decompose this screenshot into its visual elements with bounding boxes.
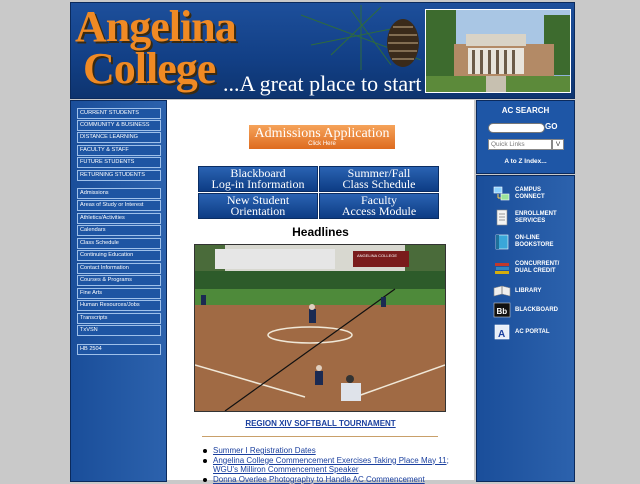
blackboard-link[interactable]: Bb BLACKBOARD <box>493 300 573 320</box>
nav-calendars[interactable]: Calendars <box>77 225 161 236</box>
admissions-click-here: Click Here <box>249 140 395 148</box>
tagline: ...A great place to start <box>223 71 422 97</box>
divider <box>202 436 438 437</box>
btn-line2: Orientation <box>231 204 286 218</box>
nav-hb-2504[interactable]: HB 2504 <box>77 344 161 355</box>
quick-links-panel: CAMPUS CONNECT ENROLLMENT SERVICES ON-LI… <box>476 175 575 482</box>
link-label: CONCURRENT/ DUAL CREDIT <box>515 261 559 275</box>
btn-line2: Access Module <box>342 204 416 218</box>
nav-athletics[interactable]: Athletics/Activities <box>77 213 161 224</box>
nav-faculty-staff[interactable]: FACULTY & STAFF <box>77 145 161 156</box>
news-item[interactable]: Donna Overlee Photography to Handle AC C… <box>203 475 463 484</box>
nav-courses-programs[interactable]: Courses & Programs <box>77 275 161 286</box>
open-book-icon <box>493 282 511 300</box>
left-navigation: CURRENT STUDENTS COMMUNITY & BUSINESS DI… <box>70 100 167 482</box>
blackboard-icon-text: Bb <box>497 307 508 316</box>
campus-connect-link[interactable]: CAMPUS CONNECT <box>493 184 573 204</box>
pine-branch-icon <box>291 5 431 75</box>
campus-connect-icon <box>493 185 511 203</box>
link-label: LIBRARY <box>515 288 541 295</box>
portal-icon-text: A <box>498 329 505 340</box>
link-label: ENROLLMENT SERVICES <box>515 211 557 225</box>
search-title: AC SEARCH <box>477 106 574 115</box>
quick-links-select[interactable]: Quick Links <box>488 139 552 150</box>
quick-links-dropdown-arrow[interactable]: V <box>552 139 564 150</box>
nav-continuing-education[interactable]: Continuing Education <box>77 250 161 261</box>
nav-future-students[interactable]: FUTURE STUDENTS <box>77 157 161 168</box>
nav-returning-students[interactable]: RETURNING STUDENTS <box>77 170 161 181</box>
news-item[interactable]: Angelina College Commencement Exercises … <box>203 456 463 475</box>
ac-portal-link[interactable]: A AC PORTAL <box>493 322 573 342</box>
faculty-access-module-button[interactable]: FacultyAccess Module <box>319 193 439 219</box>
link-label: AC PORTAL <box>515 329 550 336</box>
new-student-orientation-button[interactable]: New StudentOrientation <box>198 193 318 219</box>
nav-community-business[interactable]: COMMUNITY & BUSINESS <box>77 120 161 131</box>
online-bookstore-link[interactable]: ON-LINE BOOKSTORE <box>493 232 573 252</box>
nav-fine-arts[interactable]: Fine Arts <box>77 288 161 299</box>
news-list: Summer I Registration Dates Angelina Col… <box>203 446 463 484</box>
nav-class-schedule[interactable]: Class Schedule <box>77 238 161 249</box>
books-stack-icon <box>493 259 511 277</box>
btn-line2: Log-in Information <box>212 177 305 191</box>
headlines-heading: Headlines <box>167 225 474 239</box>
nav-transcripts[interactable]: Transcripts <box>77 313 161 324</box>
nav-contact-information[interactable]: Contact Information <box>77 263 161 274</box>
enrollment-services-link[interactable]: ENROLLMENT SERVICES <box>493 208 573 228</box>
nav-human-resources[interactable]: Human Resources/Jobs <box>77 300 161 311</box>
page: Angelina College ...A great place to sta… <box>70 0 574 480</box>
search-input[interactable] <box>488 123 545 133</box>
scoreboard-text: ANGELINA COLLEGE <box>357 253 397 258</box>
photo-caption-link[interactable]: REGION XIV SOFTBALL TOURNAMENT <box>167 419 474 428</box>
nav-distance-learning[interactable]: DISTANCE LEARNING <box>77 132 161 143</box>
portal-icon: A <box>493 323 511 341</box>
blackboard-icon: Bb <box>493 301 511 319</box>
campus-building-photo <box>425 9 571 93</box>
admissions-label: Admissions Application <box>255 126 390 141</box>
document-icon <box>493 209 511 227</box>
nav-areas-of-study[interactable]: Areas of Study or Interest <box>77 200 161 211</box>
site-header: Angelina College ...A great place to sta… <box>70 2 575 99</box>
link-label: ON-LINE BOOKSTORE <box>515 235 554 249</box>
search-panel: AC SEARCH GO Quick Links V A to Z Index.… <box>476 100 575 174</box>
admissions-application-button[interactable]: Admissions Application Click Here <box>249 125 395 149</box>
news-item[interactable]: Summer I Registration Dates <box>203 446 463 456</box>
library-link[interactable]: LIBRARY <box>493 281 573 301</box>
nav-current-students[interactable]: CURRENT STUDENTS <box>77 108 161 119</box>
book-icon <box>493 233 511 251</box>
link-label: BLACKBOARD <box>515 307 558 314</box>
concurrent-dual-credit-link[interactable]: CONCURRENT/ DUAL CREDIT <box>493 258 573 278</box>
right-column: AC SEARCH GO Quick Links V A to Z Index.… <box>476 100 573 480</box>
go-button[interactable]: GO <box>545 122 557 131</box>
logo-college[interactable]: College <box>83 43 215 94</box>
nav-admissions[interactable]: Admissions <box>77 188 161 199</box>
nav-txvsn[interactable]: TxVSN <box>77 325 161 336</box>
a-to-z-index-link[interactable]: A to Z Index... <box>477 158 574 165</box>
blackboard-login-button[interactable]: BlackboardLog-in Information <box>198 166 318 192</box>
softball-photo[interactable]: ANGELINA COLLEGE <box>194 244 446 412</box>
link-label: CAMPUS CONNECT <box>515 187 545 201</box>
btn-line2: Class Schedule <box>343 177 416 191</box>
class-schedule-button[interactable]: Summer/FallClass Schedule <box>319 166 439 192</box>
main-content: Admissions Application Click Here Blackb… <box>167 100 474 480</box>
